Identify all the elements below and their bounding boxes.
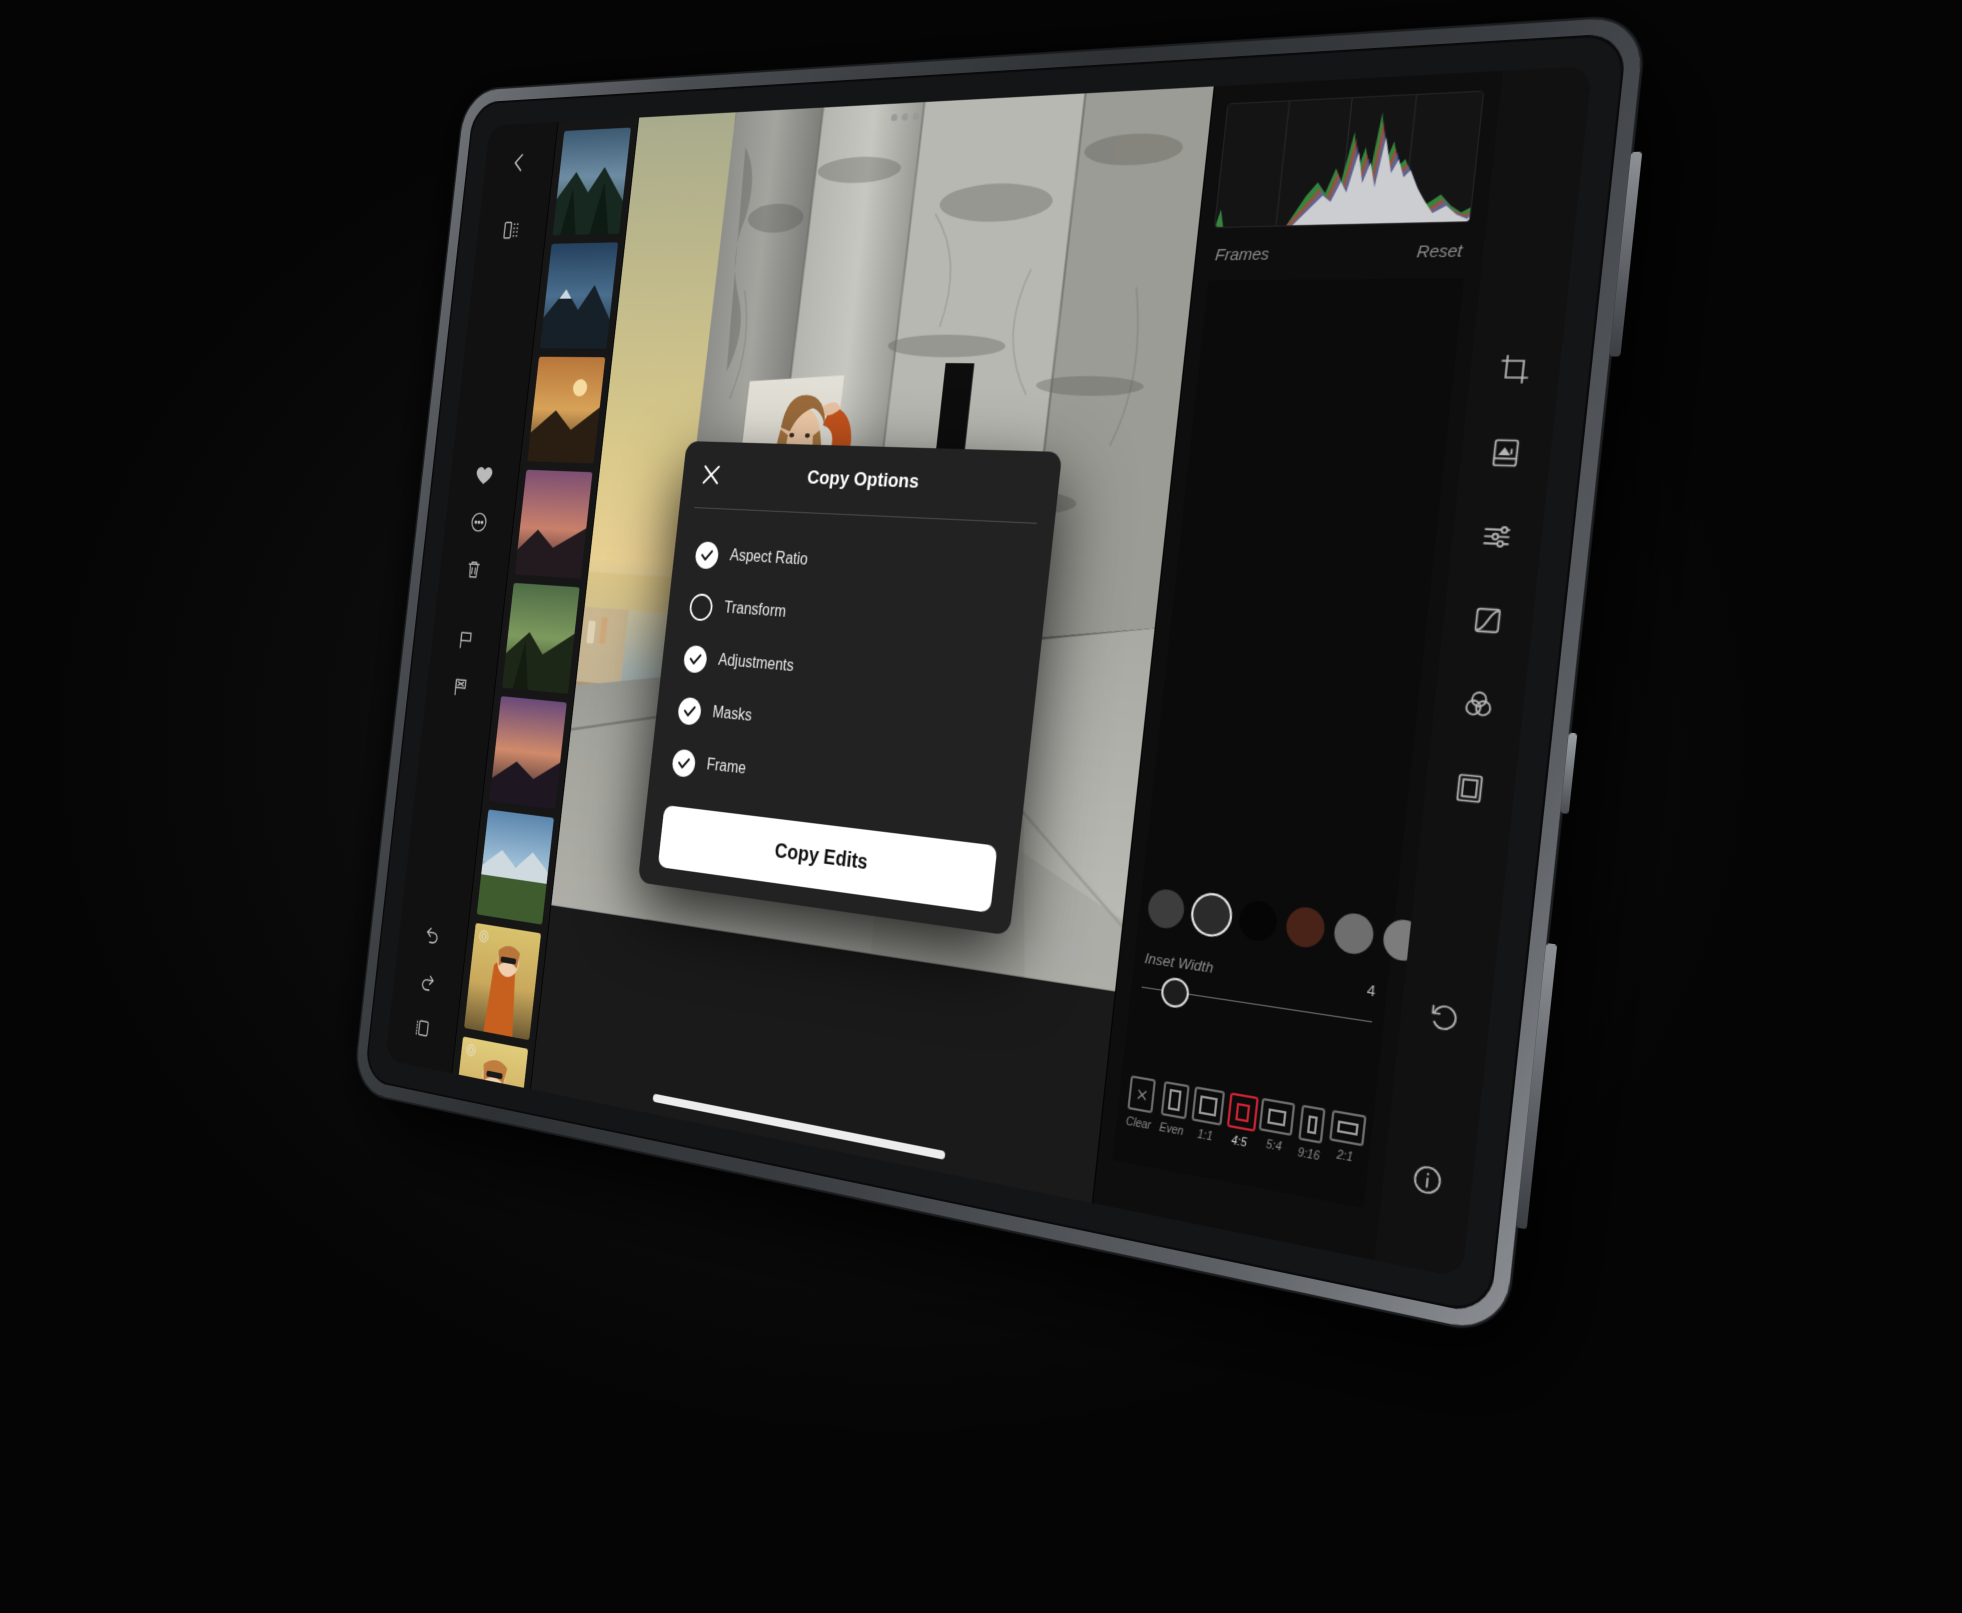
list-item[interactable] <box>514 469 593 579</box>
redo-icon[interactable] <box>409 956 447 1005</box>
share-icon[interactable] <box>1515 84 1574 139</box>
ratio-option-2-1[interactable]: 2:1 <box>1327 1109 1367 1167</box>
even-frame-icon <box>1160 1080 1190 1120</box>
list-item[interactable] <box>540 242 619 349</box>
rail-spacer-bottom <box>435 713 457 912</box>
list-item[interactable] <box>552 127 631 236</box>
ratio-label: 9:16 <box>1296 1146 1321 1164</box>
checkbox-checked-icon[interactable] <box>671 748 697 778</box>
info-icon[interactable] <box>1401 1152 1453 1209</box>
inset-width-slider[interactable] <box>1140 973 1374 1038</box>
option-label: Aspect Ratio <box>729 547 809 569</box>
ratio-option-1-1[interactable]: 1:1 <box>1188 1086 1226 1146</box>
swatch[interactable] <box>1146 887 1187 931</box>
swatch[interactable] <box>1237 899 1279 944</box>
flag-pick-icon[interactable] <box>446 617 485 663</box>
ratio-option-clear[interactable]: Clear <box>1122 1075 1159 1134</box>
ratio-label: 4:5 <box>1230 1134 1248 1151</box>
checkbox-checked-icon[interactable] <box>682 644 709 674</box>
flag-reject-icon[interactable] <box>441 664 480 711</box>
list-item[interactable] <box>527 356 606 464</box>
tone-curve-icon[interactable] <box>1461 595 1514 646</box>
option-label: Transform <box>723 599 787 621</box>
crop-icon[interactable] <box>1488 345 1541 393</box>
swatch[interactable] <box>1482 930 1529 978</box>
list-item[interactable] <box>489 696 567 810</box>
inset-width-control: Inset Width 4 <box>1140 949 1376 1037</box>
frame-color-swatches[interactable] <box>1146 887 1529 978</box>
rail-spacer-top <box>487 255 509 453</box>
close-icon[interactable] <box>698 460 724 489</box>
edited-badge-icon <box>465 1042 478 1059</box>
color-mix-icon[interactable] <box>1452 679 1505 731</box>
ratio-9-16-icon <box>1298 1104 1326 1144</box>
ratio-option-9-16[interactable]: 9:16 <box>1291 1104 1331 1165</box>
list-item[interactable] <box>476 809 554 925</box>
inset-width-label: Inset Width <box>1143 949 1215 977</box>
histogram[interactable] <box>1213 90 1485 229</box>
swatch[interactable] <box>1191 893 1232 937</box>
list-item[interactable] <box>464 922 542 1041</box>
inset-width-value: 4 <box>1366 981 1377 1001</box>
checkbox-checked-icon[interactable] <box>694 540 720 569</box>
option-label: Frame <box>705 756 747 778</box>
dialog-title: Copy Options <box>806 467 921 494</box>
ratio-5-4-icon <box>1258 1097 1296 1137</box>
clear-frame-icon <box>1127 1075 1157 1114</box>
swatch[interactable] <box>1431 923 1477 971</box>
panel-header-row: Frames Reset <box>1208 222 1470 280</box>
ratio-label: Even <box>1158 1121 1185 1139</box>
dialog-header: Copy Options <box>680 441 1063 524</box>
drag-handle[interactable] <box>890 112 920 122</box>
checkbox-checked-icon[interactable] <box>676 696 703 726</box>
list-item[interactable] <box>452 1036 529 1090</box>
slider-track <box>1141 986 1373 1023</box>
screenshot-stage: 2 <box>0 0 1962 1613</box>
frames-label[interactable]: Frames <box>1214 245 1270 265</box>
ratio-label: 2:1 <box>1336 1149 1354 1165</box>
home-indicator <box>652 1093 946 1160</box>
option-label: Masks <box>711 703 753 725</box>
checkbox-unchecked-icon[interactable] <box>688 592 714 622</box>
ratio-option-even[interactable]: Even <box>1155 1080 1192 1139</box>
swatch[interactable] <box>1381 917 1426 964</box>
ratio-option-4-5[interactable]: 4:5 <box>1222 1092 1261 1152</box>
frame-ratio-row[interactable]: Clear Even 1:1 4:5 5:4 9:16 2:1 <box>1122 1075 1367 1172</box>
edit-panel: Frames Reset Inset Width 4 Clear Even 1:… <box>1091 70 1529 1261</box>
ratio-4-5-icon <box>1226 1092 1259 1132</box>
inset-width-header: Inset Width 4 <box>1144 949 1376 1000</box>
history-icon[interactable] <box>1419 991 1472 1046</box>
ratio-1-1-icon <box>1191 1086 1226 1126</box>
frame-icon[interactable] <box>1443 762 1496 815</box>
copy-options-dialog: Copy Options Aspect Ratio Transform Adju… <box>637 441 1063 936</box>
ratio-label: Clear <box>1125 1115 1152 1133</box>
edited-badge-icon <box>477 928 490 944</box>
trash-icon[interactable] <box>454 546 493 591</box>
light-sliders-icon[interactable] <box>1470 512 1523 562</box>
presets-icon[interactable] <box>1479 428 1532 477</box>
undo-icon[interactable] <box>414 909 452 958</box>
swatch[interactable] <box>1332 911 1376 957</box>
tablet-screen: 2 <box>385 65 1593 1279</box>
slider-knob[interactable] <box>1159 975 1191 1010</box>
filmstrip-layout-icon[interactable] <box>492 208 531 252</box>
list-item[interactable] <box>502 582 580 694</box>
ratio-label: 1:1 <box>1196 1128 1214 1144</box>
reset-button[interactable]: Reset <box>1416 241 1464 262</box>
filmstrip-toggle-icon[interactable] <box>403 1003 441 1053</box>
ratio-2-1-icon <box>1329 1109 1367 1147</box>
heart-icon[interactable] <box>465 453 504 498</box>
back-icon[interactable] <box>500 140 539 185</box>
more-options-icon[interactable] <box>460 499 499 544</box>
tablet-device: 2 <box>353 15 1646 1336</box>
option-label: Adjustments <box>717 651 795 676</box>
frames-panel-body: Inset Width 4 Clear Even 1:1 4:5 5:4 9:1… <box>1112 277 1529 1209</box>
